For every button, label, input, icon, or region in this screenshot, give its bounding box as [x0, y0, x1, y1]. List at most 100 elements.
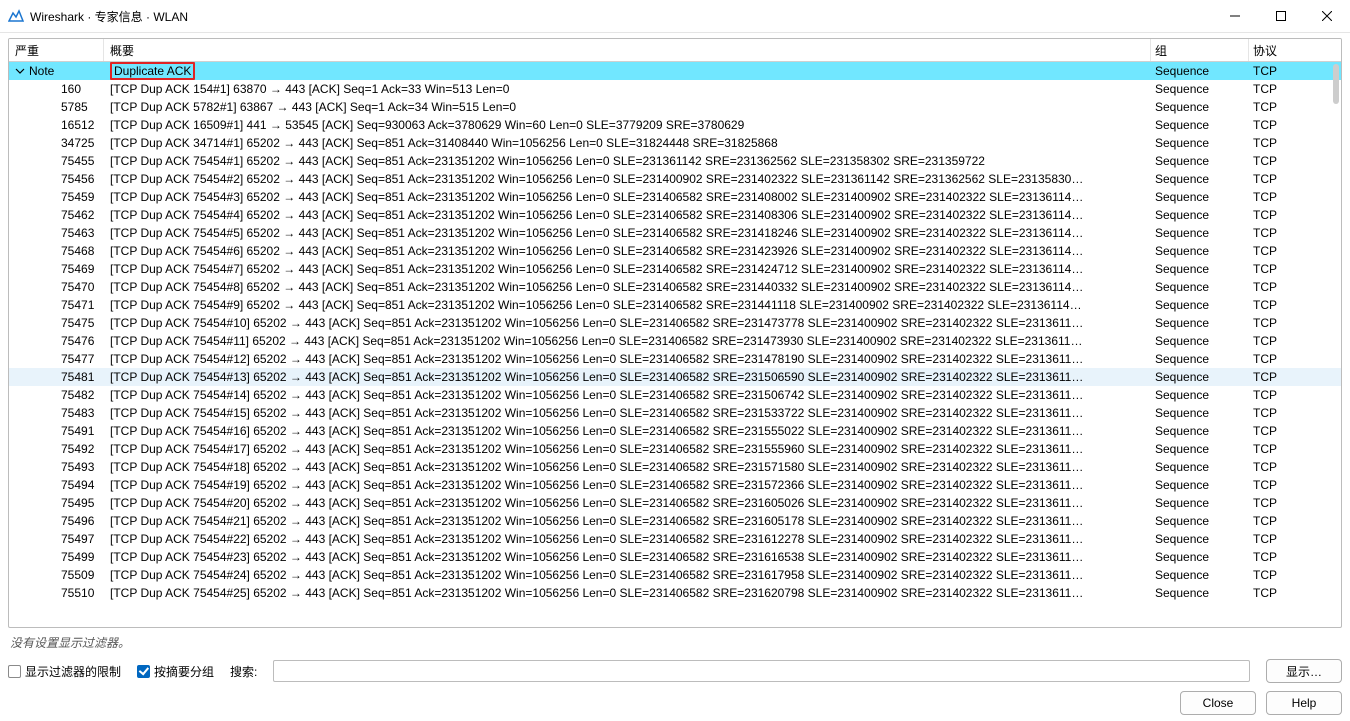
table-row[interactable]: 75471[TCP Dup ACK 75454#9] 65202 → 443 […: [9, 296, 1341, 314]
proto-cell: TCP: [1249, 530, 1341, 548]
limit-checkbox-label: 显示过滤器的限制: [25, 663, 121, 680]
table-row[interactable]: 75477[TCP Dup ACK 75454#12] 65202 → 443 …: [9, 350, 1341, 368]
group-cell: Sequence: [1151, 134, 1249, 152]
proto-cell: TCP: [1249, 332, 1341, 350]
table-row[interactable]: 75493 [TCP Dup ACK 75454#18] 65202 → 443 …: [9, 458, 1341, 476]
summary-cell: [TCP Dup ACK 75454#12] 65202 → 443 [ACK]…: [104, 350, 1151, 368]
limit-checkbox-wrap[interactable]: 显示过滤器的限制: [8, 663, 121, 680]
show-button[interactable]: 显示…: [1266, 659, 1342, 683]
proto-cell: TCP: [1249, 422, 1341, 440]
table-row[interactable]: 75470[TCP Dup ACK 75454#8] 65202 → 443 […: [9, 278, 1341, 296]
table-row[interactable]: 75496[TCP Dup ACK 75454#21] 65202 → 443 …: [9, 512, 1341, 530]
group-cell: Sequence: [1151, 188, 1249, 206]
column-header-severity[interactable]: 严重: [9, 39, 104, 61]
packet-id: 75456: [15, 170, 94, 188]
group-checkbox[interactable]: [137, 665, 150, 678]
table-row[interactable]: 160[TCP Dup ACK 154#1] 63870 → 443 [ACK]…: [9, 80, 1341, 98]
summary-cell: [TCP Dup ACK 75454#20] 65202 → 443 [ACK]…: [104, 494, 1151, 512]
proto-cell: TCP: [1249, 314, 1341, 332]
summary-cell: [TCP Dup ACK 75454#22] 65202 → 443 [ACK]…: [104, 530, 1151, 548]
table-row[interactable]: 75455[TCP Dup ACK 75454#1] 65202 → 443 […: [9, 152, 1341, 170]
summary-cell: [TCP Dup ACK 75454#6] 65202 → 443 [ACK] …: [104, 242, 1151, 260]
summary-cell: [TCP Dup ACK 75454#24] 65202 → 443 [ACK]…: [104, 566, 1151, 584]
table-row[interactable]: 75463[TCP Dup ACK 75454#5] 65202 → 443 […: [9, 224, 1341, 242]
table-header[interactable]: 严重 概要 组 协议: [9, 39, 1341, 62]
proto-cell: TCP: [1249, 260, 1341, 278]
packet-id: 75471: [15, 296, 94, 314]
close-dialog-button[interactable]: Close: [1180, 691, 1256, 715]
limit-checkbox[interactable]: [8, 665, 21, 678]
summary-cell: [TCP Dup ACK 75454#7] 65202 → 443 [ACK] …: [104, 260, 1151, 278]
packet-id: 160: [15, 80, 81, 98]
window-controls: [1212, 0, 1350, 32]
proto-cell: TCP: [1249, 458, 1341, 476]
summary-cell: [TCP Dup ACK 5782#1] 63867 → 443 [ACK] S…: [104, 98, 1151, 116]
group-cell: Sequence: [1151, 62, 1249, 80]
group-cell: Sequence: [1151, 116, 1249, 134]
group-cell: Sequence: [1151, 530, 1249, 548]
group-cell: Sequence: [1151, 440, 1249, 458]
proto-cell: TCP: [1249, 170, 1341, 188]
table-row[interactable]: 75492[TCP Dup ACK 75454#17] 65202 → 443 …: [9, 440, 1341, 458]
table-body[interactable]: Note Duplicate ACK Sequence TCP 160[TCP …: [9, 62, 1341, 627]
minimize-button[interactable]: [1212, 0, 1258, 32]
chevron-down-icon[interactable]: [15, 66, 25, 76]
table-row[interactable]: 5785[TCP Dup ACK 5782#1] 63867 → 443 [AC…: [9, 98, 1341, 116]
table-row[interactable]: 75475[TCP Dup ACK 75454#10] 65202 → 443 …: [9, 314, 1341, 332]
severity-label: Note: [29, 62, 54, 80]
summary-cell: [TCP Dup ACK 75454#11] 65202 → 443 [ACK]…: [104, 332, 1151, 350]
search-input[interactable]: [273, 660, 1250, 682]
column-header-summary[interactable]: 概要: [104, 39, 1151, 61]
proto-cell: TCP: [1249, 296, 1341, 314]
packet-id: 75470: [15, 278, 94, 296]
table-row[interactable]: 75483 [TCP Dup ACK 75454#15] 65202 → 443 …: [9, 404, 1341, 422]
group-cell: Sequence: [1151, 224, 1249, 242]
summary-cell: [TCP Dup ACK 75454#15] 65202 → 443 [ACK]…: [104, 404, 1151, 422]
table-row[interactable]: 75510[TCP Dup ACK 75454#25] 65202 → 443 …: [9, 584, 1341, 602]
table-row[interactable]: 75468[TCP Dup ACK 75454#6] 65202 → 443 […: [9, 242, 1341, 260]
status-text: 没有设置显示过滤器。: [8, 628, 1342, 655]
packet-id: 75482: [15, 386, 94, 404]
group-row-note[interactable]: Note Duplicate ACK Sequence TCP: [9, 62, 1341, 80]
app-icon: [8, 8, 24, 24]
packet-id: 75509: [15, 566, 94, 584]
scrollbar-thumb[interactable]: [1333, 64, 1339, 104]
table-row[interactable]: 75494[TCP Dup ACK 75454#19] 65202 → 443 …: [9, 476, 1341, 494]
table-row[interactable]: 75491[TCP Dup ACK 75454#16] 65202 → 443 …: [9, 422, 1341, 440]
group-cell: Sequence: [1151, 314, 1249, 332]
maximize-button[interactable]: [1258, 0, 1304, 32]
proto-cell: TCP: [1249, 134, 1341, 152]
summary-cell: [TCP Dup ACK 75454#21] 65202 → 443 [ACK]…: [104, 512, 1151, 530]
group-cell: Sequence: [1151, 152, 1249, 170]
table-row[interactable]: 75459[TCP Dup ACK 75454#3] 65202 → 443 […: [9, 188, 1341, 206]
table-row[interactable]: 75476 [TCP Dup ACK 75454#11] 65202 → 443 …: [9, 332, 1341, 350]
packet-id: 75483: [15, 404, 94, 422]
proto-cell: TCP: [1249, 350, 1341, 368]
table-row[interactable]: 75482[TCP Dup ACK 75454#14] 65202 → 443 …: [9, 386, 1341, 404]
packet-id: 75499: [15, 548, 94, 566]
table-row[interactable]: 75456[TCP Dup ACK 75454#2] 65202 → 443 […: [9, 170, 1341, 188]
help-button[interactable]: Help: [1266, 691, 1342, 715]
column-header-group[interactable]: 组: [1151, 39, 1249, 61]
column-header-protocol[interactable]: 协议: [1249, 39, 1341, 61]
packet-id: 75492: [15, 440, 94, 458]
table-row[interactable]: 75495[TCP Dup ACK 75454#20] 65202 → 443 …: [9, 494, 1341, 512]
table-row[interactable]: 75499[TCP Dup ACK 75454#23] 65202 → 443 …: [9, 548, 1341, 566]
table-row[interactable]: 75509 [TCP Dup ACK 75454#24] 65202 → 443 …: [9, 566, 1341, 584]
packet-id: 75469: [15, 260, 94, 278]
group-checkbox-wrap[interactable]: 按摘要分组: [137, 663, 214, 680]
table-row[interactable]: 75462[TCP Dup ACK 75454#4] 65202 → 443 […: [9, 206, 1341, 224]
proto-cell: TCP: [1249, 278, 1341, 296]
packet-id: 75494: [15, 476, 94, 494]
summary-cell: [TCP Dup ACK 75454#18] 65202 → 443 [ACK]…: [104, 458, 1151, 476]
table-row[interactable]: 75481[TCP Dup ACK 75454#13] 65202 → 443 …: [9, 368, 1341, 386]
group-cell: Sequence: [1151, 422, 1249, 440]
packet-id: 75476: [15, 332, 94, 350]
table-row[interactable]: 34725[TCP Dup ACK 34714#1] 65202 → 443 […: [9, 134, 1341, 152]
table-row[interactable]: 75497[TCP Dup ACK 75454#22] 65202 → 443 …: [9, 530, 1341, 548]
table-row[interactable]: 75469 [TCP Dup ACK 75454#7] 65202 → 443 […: [9, 260, 1341, 278]
packet-id: 75510: [15, 584, 94, 602]
packet-id: 75493: [15, 458, 94, 476]
close-button[interactable]: [1304, 0, 1350, 32]
table-row[interactable]: 16512[TCP Dup ACK 16509#1] 441 → 53545 […: [9, 116, 1341, 134]
